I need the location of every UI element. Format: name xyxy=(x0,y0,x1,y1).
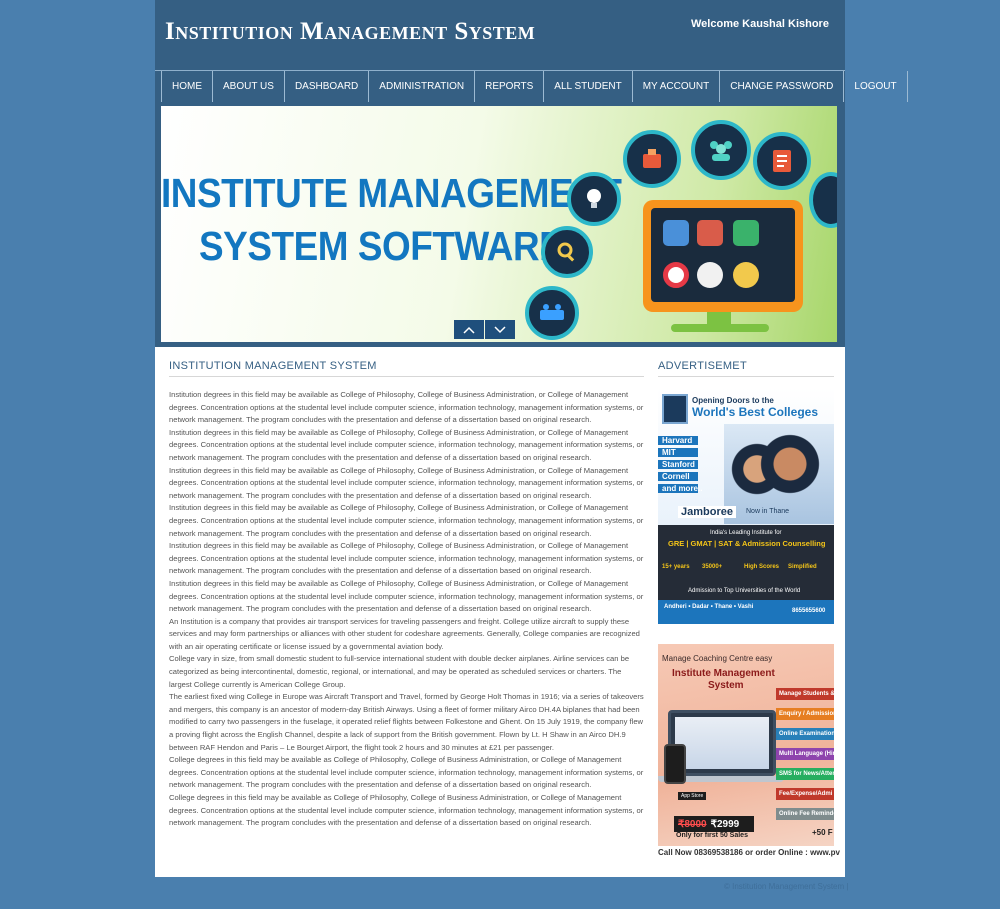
monitor-base xyxy=(671,324,769,332)
ad2-feature: Fee/Expense/Admi xyxy=(776,788,834,800)
ad1-headline-big: World's Best Colleges xyxy=(692,405,818,419)
tools-icon xyxy=(623,130,681,188)
ad2-old-price: ₹8000 xyxy=(678,818,707,830)
nav-reports[interactable]: REPORTS xyxy=(475,71,545,102)
college-item: Harvard xyxy=(658,436,698,445)
nav-administration[interactable]: ADMINISTRATION xyxy=(369,71,476,102)
search-doc-icon xyxy=(541,226,593,278)
content-paragraph: College vary in size, from small domesti… xyxy=(169,654,630,689)
ad2-title-line2: System xyxy=(708,680,744,691)
checklist-icon xyxy=(753,132,811,190)
globe-icon xyxy=(809,172,837,228)
phone-icon xyxy=(733,262,759,288)
nav-change-password[interactable]: CHANGE PASSWORD xyxy=(720,71,845,102)
content-paragraph: Institution degrees in this field may be… xyxy=(169,390,644,425)
advertisement-ims[interactable]: Manage Coaching Centre easy Institute Ma… xyxy=(658,644,834,846)
content-paragraph: Institution degrees in this field may be… xyxy=(169,465,644,500)
page-container: Institution Management System Welcome Ka… xyxy=(155,0,908,877)
ad1-stat: Simplified xyxy=(788,564,817,570)
sidebar-title-divider xyxy=(658,376,834,377)
content-paragraph: An Institution is a company that provide… xyxy=(169,616,640,651)
banner-slider: INSTITUTE MANAGEMENT SYSTEM SOFTWARE xyxy=(155,103,845,347)
college-item: Cornell xyxy=(658,472,698,481)
ad2-feature: Multi Language (Hin xyxy=(776,748,834,760)
clock-icon xyxy=(697,262,723,288)
monitor-illustration xyxy=(643,200,803,312)
content-paragraph: College degrees in this field may be ava… xyxy=(169,793,644,828)
slider-next-button[interactable] xyxy=(485,320,515,339)
slider-prev-button[interactable] xyxy=(454,320,484,339)
content-paragraph: The earliest fixed wing College in Europ… xyxy=(169,692,644,752)
site-title: Institution Management System xyxy=(165,18,536,45)
ad2-new-price: ₹2999 xyxy=(710,818,740,830)
ad1-tagline: India's Leading Institute for xyxy=(710,530,782,536)
ad2-feature: Manage Students & xyxy=(776,688,834,700)
banner-headline-line1: INSTITUTE MANAGEMENT xyxy=(161,170,622,216)
door-icon xyxy=(662,394,688,424)
group-icon xyxy=(691,120,751,180)
ad2-price-box: ₹8000 ₹2999 xyxy=(674,816,754,832)
nav-about-us[interactable]: ABOUT US xyxy=(213,71,285,102)
main-title-divider xyxy=(169,376,644,377)
main-section-title: INSTITUTION MANAGEMENT SYSTEM xyxy=(169,360,377,372)
content-paragraph: Institution degrees in this field may be… xyxy=(169,541,644,576)
meeting-icon xyxy=(525,286,579,340)
content-paragraph: Institution degrees in this field may be… xyxy=(169,578,644,614)
content-paragraph: Institution degrees in this field may be… xyxy=(169,503,644,538)
college-item: Stanford xyxy=(658,460,698,469)
main-content: Institution degrees in this field may be… xyxy=(169,389,645,830)
ad1-headline-small: Opening Doors to the xyxy=(692,396,774,405)
ad2-app-badge: App Store xyxy=(678,792,707,800)
college-item: and more.. xyxy=(658,484,702,493)
id-card-icon xyxy=(663,220,689,246)
footer-copyright: © Institution Management System | xyxy=(724,882,849,891)
banner-image: INSTITUTE MANAGEMENT SYSTEM SOFTWARE xyxy=(161,106,837,342)
mobile-phone-icon xyxy=(664,744,686,784)
ad1-stat: High Scores xyxy=(744,564,780,570)
main-nav: HOME ABOUT US DASHBOARD ADMINISTRATION R… xyxy=(155,70,908,103)
books-icon xyxy=(733,220,759,246)
ad1-stat: 15+ years xyxy=(662,564,690,570)
nav-dashboard[interactable]: DASHBOARD xyxy=(285,71,370,102)
teacher-icon xyxy=(697,220,723,246)
ad2-plus: +50 F xyxy=(812,828,833,837)
banner-headline-line2: SYSTEM SOFTWARE xyxy=(199,223,564,269)
ad1-bottom-line: Admission to Top Universities of the Wor… xyxy=(688,588,801,594)
ad2-feature: SMS for News/Atten xyxy=(776,768,834,780)
nav-home[interactable]: HOME xyxy=(161,71,213,102)
lifebuoy-icon xyxy=(663,262,689,288)
ad1-courses: GRE | GMAT | SAT & Admission Counselling xyxy=(668,539,826,548)
ad1-brand: Jamboree xyxy=(678,506,736,518)
ad1-branches: Andheri • Dadar • Thane • Vashi xyxy=(664,604,754,610)
ad1-location: Now in Thane xyxy=(746,508,790,515)
bulb-head-icon xyxy=(567,172,621,226)
nav-all-student[interactable]: ALL STUDENT xyxy=(544,71,633,102)
advertisement-jamboree[interactable]: Opening Doors to the World's Best Colleg… xyxy=(658,388,834,624)
nav-logout[interactable]: LOGOUT xyxy=(844,71,908,102)
content-paragraph: Institution degrees in this field may be… xyxy=(169,427,644,462)
chevron-down-icon xyxy=(494,325,506,333)
ad2-feature: Online Examination xyxy=(776,728,834,740)
content-paragraph: College degrees in this field may be ava… xyxy=(169,755,644,790)
ad2-call-line: Call Now 08369538186 or order Online : w… xyxy=(658,848,840,857)
welcome-message: Welcome Kaushal Kishore xyxy=(691,18,829,30)
header: Institution Management System Welcome Ka… xyxy=(155,0,845,70)
ad1-phone: 8655655600 xyxy=(792,608,826,614)
chevron-up-icon xyxy=(463,326,475,334)
college-item: MIT xyxy=(658,448,698,457)
ad2-top-line: Manage Coaching Centre easy xyxy=(662,654,773,663)
ad1-stat: 35000+ xyxy=(702,564,723,570)
nav-my-account[interactable]: MY ACCOUNT xyxy=(633,71,721,102)
ad2-feature: Online Fee Reminde xyxy=(776,808,834,820)
ad2-title-line1: Institute Management xyxy=(672,668,775,679)
ad2-offer: Only for first 50 Sales xyxy=(676,832,748,839)
sidebar-title: ADVERTISEMET xyxy=(658,360,747,372)
ad2-feature: Enquiry / Admission xyxy=(776,708,834,720)
